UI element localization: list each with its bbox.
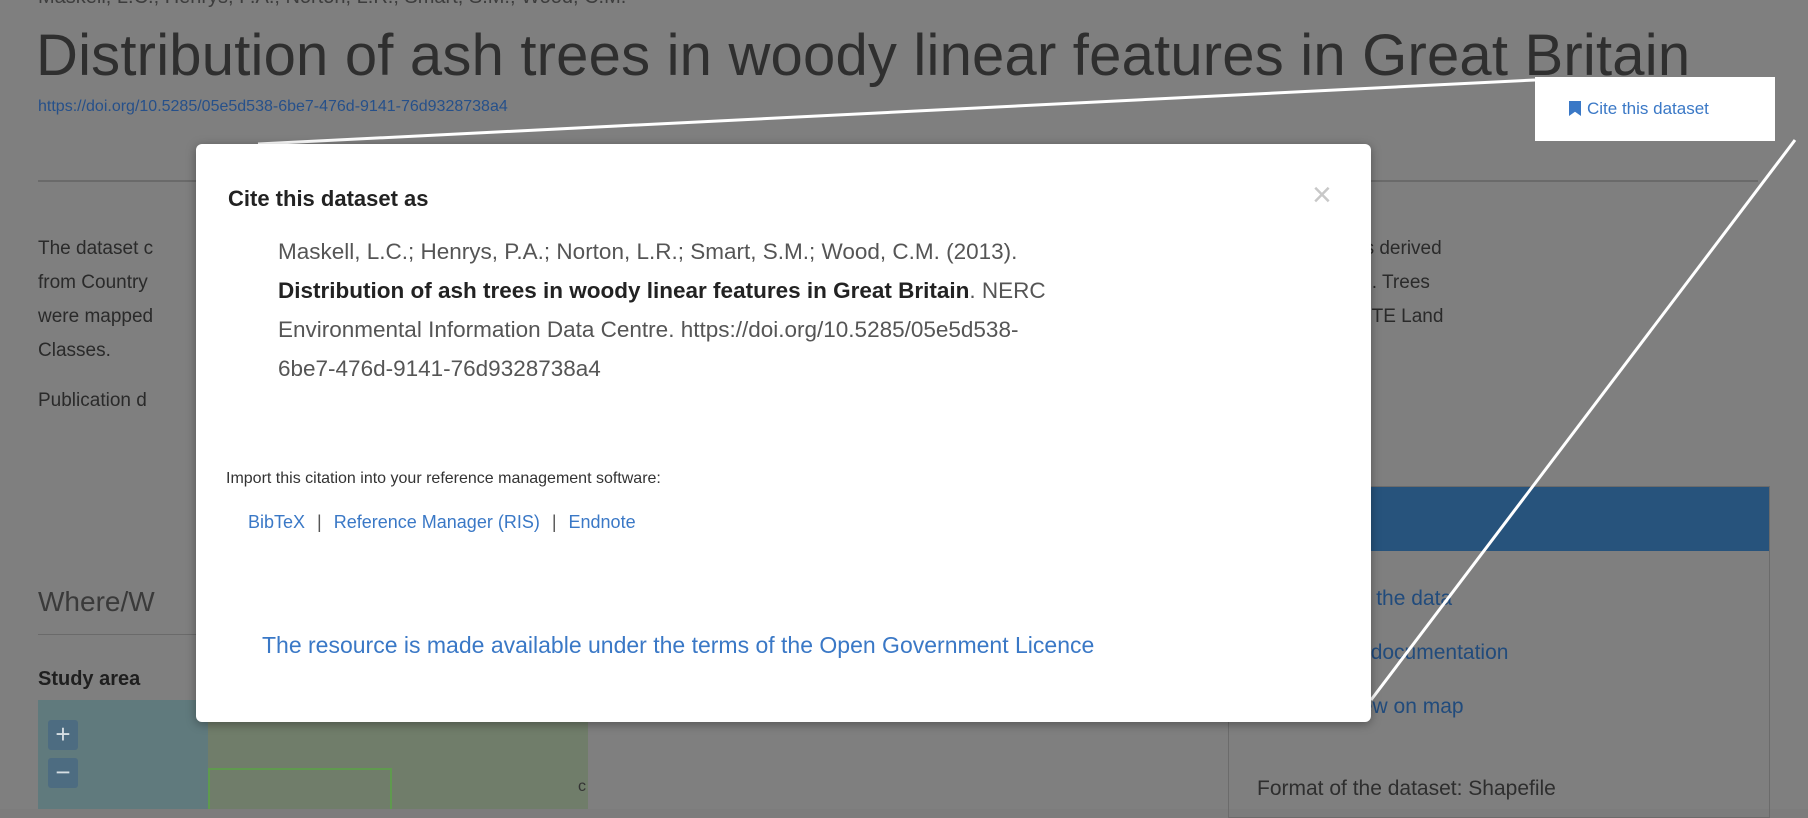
callout-line-top xyxy=(257,78,1536,146)
citation-line: Maskell, L.C.; Henrys, P.A.; Norton, L.R… xyxy=(278,239,1018,264)
cite-dataset-button-content: Cite this dataset xyxy=(1569,99,1709,119)
citation-formats: BibTeX | Reference Manager (RIS) | Endnote xyxy=(248,512,636,533)
citation-title: Distribution of ash trees in woody linea… xyxy=(278,278,970,303)
citation-text: Maskell, L.C.; Henrys, P.A.; Norton, L.R… xyxy=(278,232,1258,388)
cite-dataset-modal: Cite this dataset as × Maskell, L.C.; He… xyxy=(196,144,1371,722)
licence-link[interactable]: The resource is made available under the… xyxy=(262,632,1094,659)
citation-line: Environmental Information Data Centre. h… xyxy=(278,317,1019,342)
citation-line: 6be7-476d-9141-76d9328738a4 xyxy=(278,356,601,381)
import-label: Import this citation into your reference… xyxy=(226,470,661,487)
citation-publisher-start: . NERC xyxy=(969,278,1046,303)
callout-line-bottom xyxy=(1369,139,1797,701)
format-separator: | xyxy=(317,512,322,532)
bookmark-icon xyxy=(1569,101,1581,116)
cite-dataset-label: Cite this dataset xyxy=(1587,99,1709,118)
citation-line: Distribution of ash trees in woody linea… xyxy=(278,271,1258,310)
modal-title: Cite this dataset as xyxy=(228,186,429,211)
cite-dataset-button[interactable]: Cite this dataset xyxy=(1535,77,1775,141)
bibtex-link[interactable]: BibTeX xyxy=(248,512,305,532)
ris-link[interactable]: Reference Manager (RIS) xyxy=(334,512,540,532)
format-separator: | xyxy=(551,512,557,532)
close-icon[interactable]: × xyxy=(1312,178,1332,212)
endnote-link[interactable]: Endnote xyxy=(569,512,636,532)
